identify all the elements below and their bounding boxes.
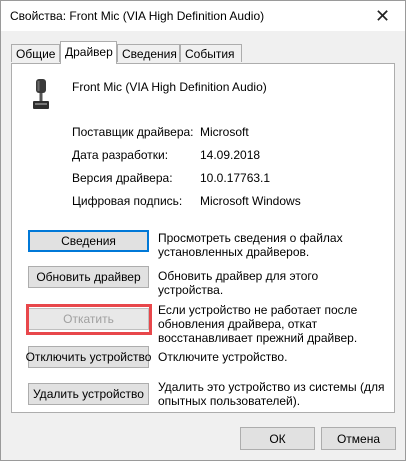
tab-details[interactable]: Сведения [117, 44, 180, 62]
uninstall-device-button[interactable]: Удалить устройство [28, 383, 149, 405]
roll-back-driver-button[interactable]: Откатить [28, 308, 149, 330]
disable-device-description: Отключите устройство. [158, 350, 288, 364]
properties-dialog: Свойства: Front Mic (VIA High Definition… [0, 0, 406, 461]
digital-signer-label: Цифровая подпись: [72, 194, 183, 208]
title-bar: Свойства: Front Mic (VIA High Definition… [1, 1, 405, 31]
driver-version-label: Версия драйвера: [72, 171, 173, 185]
update-driver-button[interactable]: Обновить драйвер [28, 266, 149, 288]
update-driver-description: Обновить драйвер для этого устройства. [158, 269, 319, 297]
driver-panel: Front Mic (VIA High Definition Audio) По… [11, 63, 395, 413]
driver-details-button[interactable]: Сведения [28, 230, 149, 252]
digital-signer-value: Microsoft Windows [200, 194, 301, 208]
disable-device-button[interactable]: Отключить устройство [26, 346, 151, 368]
roll-back-driver-description: Если устройство не работает после обновл… [158, 303, 358, 345]
ok-button[interactable]: ОК [240, 427, 315, 450]
tab-strip: Общие Драйвер Сведения События [11, 41, 395, 64]
driver-date-label: Дата разработки: [72, 148, 169, 162]
driver-details-description: Просмотреть сведения о файлах установлен… [158, 231, 343, 259]
microphone-icon [33, 79, 49, 109]
tab-driver[interactable]: Драйвер [60, 41, 117, 64]
tab-general[interactable]: Общие [11, 44, 60, 62]
driver-provider-value: Microsoft [200, 125, 249, 139]
window-title: Свойства: Front Mic (VIA High Definition… [10, 9, 265, 23]
close-icon[interactable]: ✕ [360, 1, 405, 31]
device-name: Front Mic (VIA High Definition Audio) [72, 80, 267, 94]
uninstall-device-description: Удалить это устройство из системы (для о… [158, 380, 385, 408]
driver-provider-label: Поставщик драйвера: [72, 125, 194, 139]
driver-version-value: 10.0.17763.1 [200, 171, 271, 185]
tab-events[interactable]: События [180, 44, 242, 62]
driver-date-value: 14.09.2018 [200, 148, 261, 162]
cancel-button[interactable]: Отмена [321, 427, 396, 450]
